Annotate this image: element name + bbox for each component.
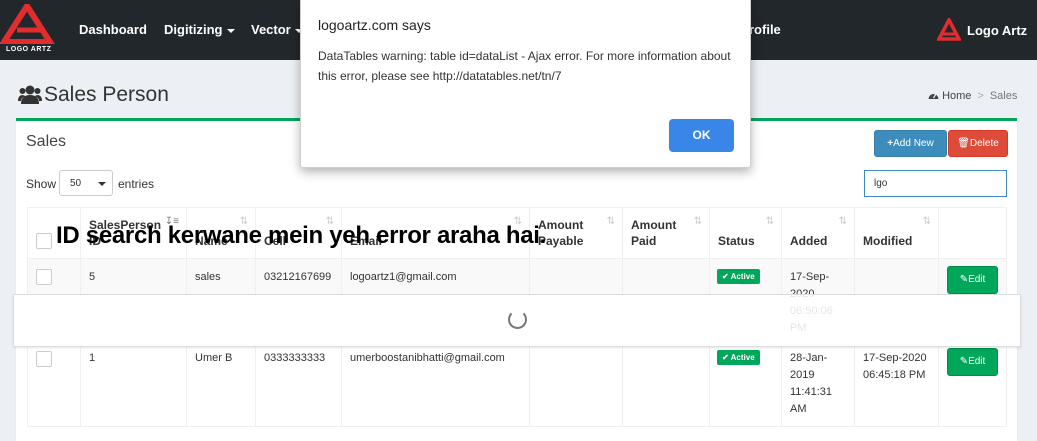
nav-digitizing-label: Digitizing [164, 22, 223, 37]
search-input[interactable]: lgo [864, 170, 1007, 197]
table-row: 1 Umer B 0333333333 umerboostanibhatti@g… [27, 342, 1007, 427]
brand-logo-icon [937, 18, 961, 41]
alert-dialog: logoartz.com says DataTables warning: ta… [300, 0, 751, 168]
status-badge: ✔ Active [717, 350, 760, 365]
breadcrumb: Home > Sales [928, 90, 1017, 102]
row-cell: 03212167699 [264, 271, 332, 283]
status-text: Active [730, 353, 755, 362]
add-new-button[interactable]: +Add New [874, 130, 947, 157]
breadcrumb-home[interactable]: Home [942, 90, 971, 102]
header-paid-line2: Paid [631, 234, 657, 248]
cell-id: 1 [80, 342, 187, 427]
nav-digitizing[interactable]: Digitizing [164, 22, 235, 37]
row-checkbox[interactable] [36, 351, 52, 367]
nav-vector-label: Vector [251, 22, 291, 37]
sort-icon: ⇅ [606, 216, 615, 227]
cell-actions: ✎Edit [938, 342, 1007, 427]
cell-added: 28-Jan-2019 11:41:31 AM [781, 342, 855, 427]
header-actions [938, 207, 1007, 259]
header-added[interactable]: Added ⇅ [781, 207, 855, 259]
nav-dashboard[interactable]: Dashboard [79, 22, 147, 37]
header-paid-line1: Amount [631, 218, 677, 232]
row-checkbox[interactable] [36, 269, 52, 285]
row-name: Umer B [195, 352, 233, 364]
entries-label: entries [118, 177, 155, 191]
dialog-title: logoartz.com says [318, 17, 431, 33]
edit-icon: ✎ [959, 274, 969, 285]
breadcrumb-separator: > [977, 90, 984, 102]
status-badge: ✔ Active [717, 269, 760, 284]
row-id: 1 [89, 352, 96, 364]
entries-value: 50 [70, 178, 82, 189]
edit-label: Edit [968, 274, 986, 285]
logo-text: LOGO ARTZ [6, 46, 52, 53]
header-paid-label: Amount Paid [631, 217, 676, 249]
edit-icon: ✎ [959, 356, 969, 367]
ok-button[interactable]: OK [669, 119, 734, 152]
sort-icon: ⇅ [693, 216, 702, 227]
breadcrumb-current: Sales [989, 90, 1018, 102]
header-modified-label: Modified [863, 234, 913, 248]
cell-name: Umer B [186, 342, 256, 427]
cell-status: ✔ Active [709, 342, 782, 427]
show-label: Show [26, 177, 57, 191]
overlay-caption: ID search kerwane mein yeh error araha h… [56, 222, 547, 249]
row-email: logoartz1@gmail.com [350, 271, 457, 283]
nav-vector[interactable]: Vector [251, 22, 303, 37]
page-title: Sales Person [18, 83, 169, 107]
add-new-label: Add New [893, 138, 934, 149]
status-text: Active [730, 272, 755, 281]
cell-modified: 17-Sep-2020 06:45:18 PM [854, 342, 939, 427]
edit-label: Edit [968, 356, 986, 367]
header-status[interactable]: Status ⇅ [709, 207, 782, 259]
cell-phone: 0333333333 [255, 342, 342, 427]
sort-icon: ⇅ [838, 216, 847, 227]
trash-icon: 🗑 [957, 138, 970, 149]
edit-button[interactable]: ✎Edit [947, 266, 998, 294]
cell-paid [622, 342, 710, 427]
row-name: sales [195, 271, 221, 283]
header-status-label: Status [718, 234, 755, 248]
nav-profile-label: rofile [749, 22, 781, 37]
sort-icon: ⇅ [922, 216, 931, 227]
dialog-message: DataTables warning: table id=dataList - … [318, 49, 731, 83]
nav-profile[interactable]: rofile [749, 22, 781, 37]
processing-overlay [13, 294, 1021, 347]
row-id: 5 [89, 271, 96, 283]
row-cell: 0333333333 [264, 352, 326, 364]
box-title: Sales [26, 133, 67, 150]
chevron-down-icon [226, 28, 235, 33]
sort-icon: ⇅ [765, 216, 774, 227]
row-checkbox-cell [27, 342, 81, 427]
nav-dashboard-label: Dashboard [79, 22, 147, 37]
page-title-text: Sales Person [44, 83, 169, 106]
brand-name[interactable]: Logo Artz [967, 23, 1027, 38]
entries-select[interactable]: 50 [59, 170, 113, 196]
logo-icon [0, 0, 56, 45]
select-all-checkbox[interactable] [36, 233, 52, 249]
users-icon [18, 85, 42, 104]
header-added-label: Added [790, 234, 828, 248]
row-email: umerboostanibhatti@gmail.com [350, 352, 505, 364]
row-modified: 17-Sep-2020 06:45:18 PM [863, 352, 927, 381]
row-added: 28-Jan-2019 11:41:31 AM [790, 352, 833, 415]
delete-button[interactable]: 🗑Delete [948, 130, 1008, 157]
cell-payable [529, 342, 623, 427]
cell-email: umerboostanibhatti@gmail.com [341, 342, 530, 427]
loading-spinner-icon [508, 310, 527, 329]
dashboard-icon [928, 93, 939, 99]
search-value: lgo [874, 178, 888, 189]
header-amount-paid[interactable]: Amount Paid ⇅ [622, 207, 710, 259]
edit-button[interactable]: ✎Edit [947, 348, 998, 376]
chevron-down-icon [98, 182, 106, 186]
delete-label: Delete [969, 138, 999, 149]
header-modified[interactable]: Modified ⇅ [854, 207, 939, 259]
logo[interactable]: LOGO ARTZ [0, 0, 56, 56]
